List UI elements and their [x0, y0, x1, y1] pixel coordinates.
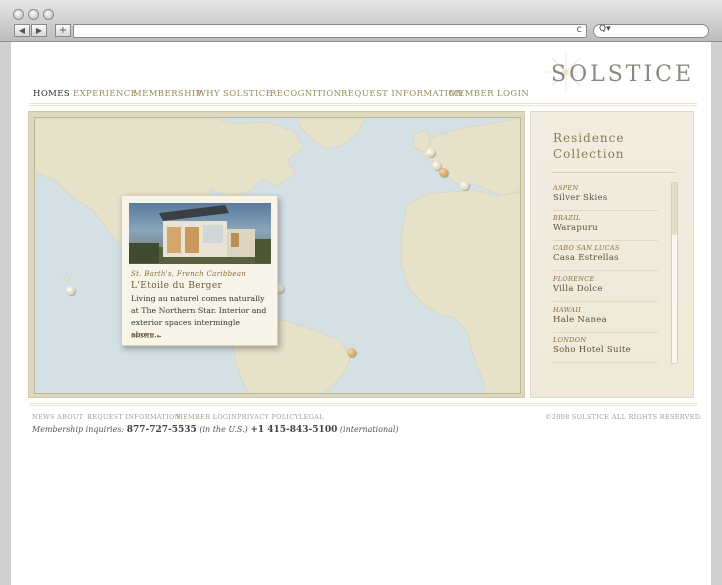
window-frame-right: [711, 42, 722, 585]
title-line-1: Residence: [553, 131, 625, 145]
reload-icon[interactable]: c: [577, 24, 583, 35]
phone-international[interactable]: +1 415-843-5100: [250, 425, 337, 435]
map-pin-hawaii[interactable]: [66, 286, 75, 295]
list-item[interactable]: FLORENCE Villa Dolce: [553, 272, 663, 302]
solstice-logo[interactable]: SOLSTICE: [551, 62, 694, 87]
inquiries-label: Membership inquiries:: [32, 425, 125, 434]
page: SOLSTICE Homes Experience Membership Why…: [11, 42, 711, 585]
list-separator: [553, 301, 658, 302]
nav-membership[interactable]: Membership: [133, 89, 202, 99]
residence-name: Hale Nanea: [553, 315, 608, 325]
minimize-window-button[interactable]: [28, 9, 39, 20]
search-icon[interactable]: Q▾: [599, 24, 611, 34]
nav-request-information[interactable]: Request Information: [341, 89, 464, 99]
forward-button[interactable]: ▶: [31, 24, 47, 37]
residence-name: Villa Dolce: [553, 284, 603, 294]
residence-region: CABO SAN LUCAS: [553, 244, 620, 252]
phone-us-note: (in the U.S.): [199, 425, 248, 434]
nav-recognition[interactable]: Recognition: [270, 89, 342, 99]
residence-scrollbar[interactable]: [671, 182, 678, 364]
list-separator: [553, 362, 658, 363]
phone-international-note: (international): [339, 425, 399, 434]
nav-divider: [29, 103, 697, 106]
footer-link-about[interactable]: ABOUT: [57, 413, 83, 421]
footer-link-legal[interactable]: LEGAL: [299, 413, 324, 421]
copyright-text: ©2008 SOLSTICE ALL RIGHTS RESERVED.: [545, 413, 703, 421]
nav-why-solstice[interactable]: Why Solstice: [197, 89, 272, 99]
map-frame: St. Barth's, French Caribbean L'Etoile d…: [28, 111, 525, 398]
nav-member-login[interactable]: Member Login: [449, 89, 529, 99]
residence-name: Silver Skies: [553, 193, 608, 203]
footer-link-privacy-policy[interactable]: PRIVACY POLICY: [237, 413, 299, 421]
list-item[interactable]: CABO SAN LUCAS Casa Estrellas: [553, 241, 663, 271]
property-name[interactable]: L'Etoile du Berger: [131, 281, 222, 291]
residence-name: Soho Hotel Suite: [553, 345, 631, 355]
map-pin-brazil[interactable]: [347, 348, 356, 357]
residence-name: Warapuru: [553, 223, 599, 233]
residence-divider: [551, 172, 676, 173]
window-frame-left: [0, 42, 11, 585]
search-input[interactable]: Q▾: [593, 24, 709, 38]
scrollbar-thumb[interactable]: [672, 183, 677, 235]
more-link[interactable]: MORE ▸: [131, 332, 161, 340]
residence-region: HAWAII: [553, 306, 582, 314]
address-bar[interactable]: c: [73, 24, 587, 38]
map-pin-london[interactable]: [426, 148, 435, 157]
residence-region: ASPEN: [553, 184, 579, 192]
property-popup: St. Barth's, French Caribbean L'Etoile d…: [121, 195, 278, 346]
residence-collection-title: Residence Collection: [553, 130, 625, 162]
property-location: St. Barth's, French Caribbean: [131, 270, 247, 278]
map-pin-mediterranean[interactable]: [460, 181, 469, 190]
add-bookmark-button[interactable]: +: [55, 24, 71, 37]
zoom-window-button[interactable]: [43, 9, 54, 20]
footer-link-member-login[interactable]: MEMBER LOGIN: [176, 413, 237, 421]
footer-divider: [29, 403, 697, 406]
map-land-shapes: [35, 118, 520, 393]
nav-experience[interactable]: Experience: [73, 89, 137, 99]
list-item[interactable]: ASPEN Silver Skies: [553, 181, 663, 211]
map-pin-florence[interactable]: [439, 168, 448, 177]
list-item[interactable]: BRAZIL Warapuru: [553, 211, 663, 241]
residence-name: Casa Estrellas: [553, 253, 619, 263]
footer-link-request-information[interactable]: REQUEST INFORMATION: [87, 413, 181, 421]
membership-inquiries: Membership inquiries: 877-727-5535 (in t…: [32, 425, 399, 435]
title-line-2: Collection: [553, 147, 625, 161]
footer-link-news[interactable]: NEWS: [32, 413, 55, 421]
residence-region: FLORENCE: [553, 275, 595, 283]
browser-toolbar: ◀ ▶ + c Q▾: [0, 0, 722, 42]
residence-region: LONDON: [553, 336, 587, 344]
phone-us[interactable]: 877-727-5535: [127, 425, 197, 435]
list-separator: [553, 270, 658, 271]
residence-region: BRAZIL: [553, 214, 581, 222]
list-item[interactable]: HAWAII Hale Nanea: [553, 303, 663, 333]
close-window-button[interactable]: [13, 9, 24, 20]
house-illustration: [129, 205, 271, 264]
back-button[interactable]: ◀: [14, 24, 30, 37]
property-photo[interactable]: [129, 203, 271, 264]
nav-homes[interactable]: Homes: [33, 89, 70, 99]
list-item[interactable]: LONDON Soho Hotel Suite: [553, 333, 663, 363]
residence-collection-panel: Residence Collection ASPEN Silver Skies …: [530, 111, 694, 398]
